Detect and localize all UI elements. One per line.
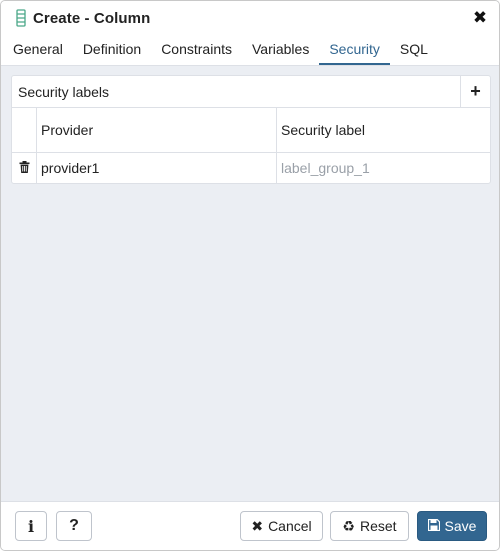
reset-button[interactable]: ♻ Reset	[330, 511, 409, 541]
delete-column-header	[12, 108, 37, 152]
panel-title: Security labels	[18, 83, 110, 100]
tab-sql[interactable]: SQL	[390, 35, 438, 65]
save-label: Save	[444, 518, 477, 534]
provider-column-header: Provider	[37, 108, 277, 152]
help-label: ?	[69, 517, 79, 534]
tab-security[interactable]: Security	[319, 35, 390, 65]
dialog-titlebar[interactable]: Create - Column ✖	[1, 1, 499, 35]
trash-icon[interactable]	[19, 160, 30, 176]
grid-header: Provider Security label	[12, 108, 490, 153]
help-button[interactable]: ?	[56, 511, 92, 541]
create-column-dialog: Create - Column ✖ General Definition Con…	[0, 0, 500, 551]
security-label-column-header: Security label	[281, 122, 366, 138]
panel-header: Security labels +	[12, 76, 490, 108]
close-icon[interactable]: ✖	[471, 9, 489, 27]
dialog-title: Create - Column	[33, 9, 151, 27]
tab-bar: General Definition Constraints Variables…	[1, 35, 499, 66]
column-icon	[15, 9, 27, 27]
dialog-footer: i ? ✖ Cancel ♻ Reset Save	[1, 501, 499, 550]
cancel-button[interactable]: ✖ Cancel	[240, 511, 323, 541]
tab-definition[interactable]: Definition	[73, 35, 151, 65]
cancel-label: Cancel	[268, 518, 312, 534]
close-icon: ✖	[251, 517, 264, 534]
security-labels-panel: Security labels + Provider Security labe…	[11, 75, 491, 184]
tab-constraints[interactable]: Constraints	[151, 35, 242, 65]
save-button[interactable]: Save	[417, 511, 487, 541]
floppy-disk-icon	[427, 518, 440, 534]
reset-label: Reset	[359, 518, 397, 534]
info-icon: i	[27, 516, 35, 536]
provider-cell[interactable]: provider1	[37, 153, 277, 183]
plus-icon[interactable]: +	[460, 76, 490, 107]
tab-general[interactable]: General	[3, 35, 73, 65]
recycle-icon: ♻	[342, 517, 355, 534]
tab-variables[interactable]: Variables	[242, 35, 319, 65]
table-row: provider1 label_group_1	[12, 153, 490, 183]
security-label-cell[interactable]: label_group_1	[277, 153, 490, 183]
info-button[interactable]: i	[15, 511, 47, 541]
delete-row-button[interactable]	[12, 153, 37, 183]
